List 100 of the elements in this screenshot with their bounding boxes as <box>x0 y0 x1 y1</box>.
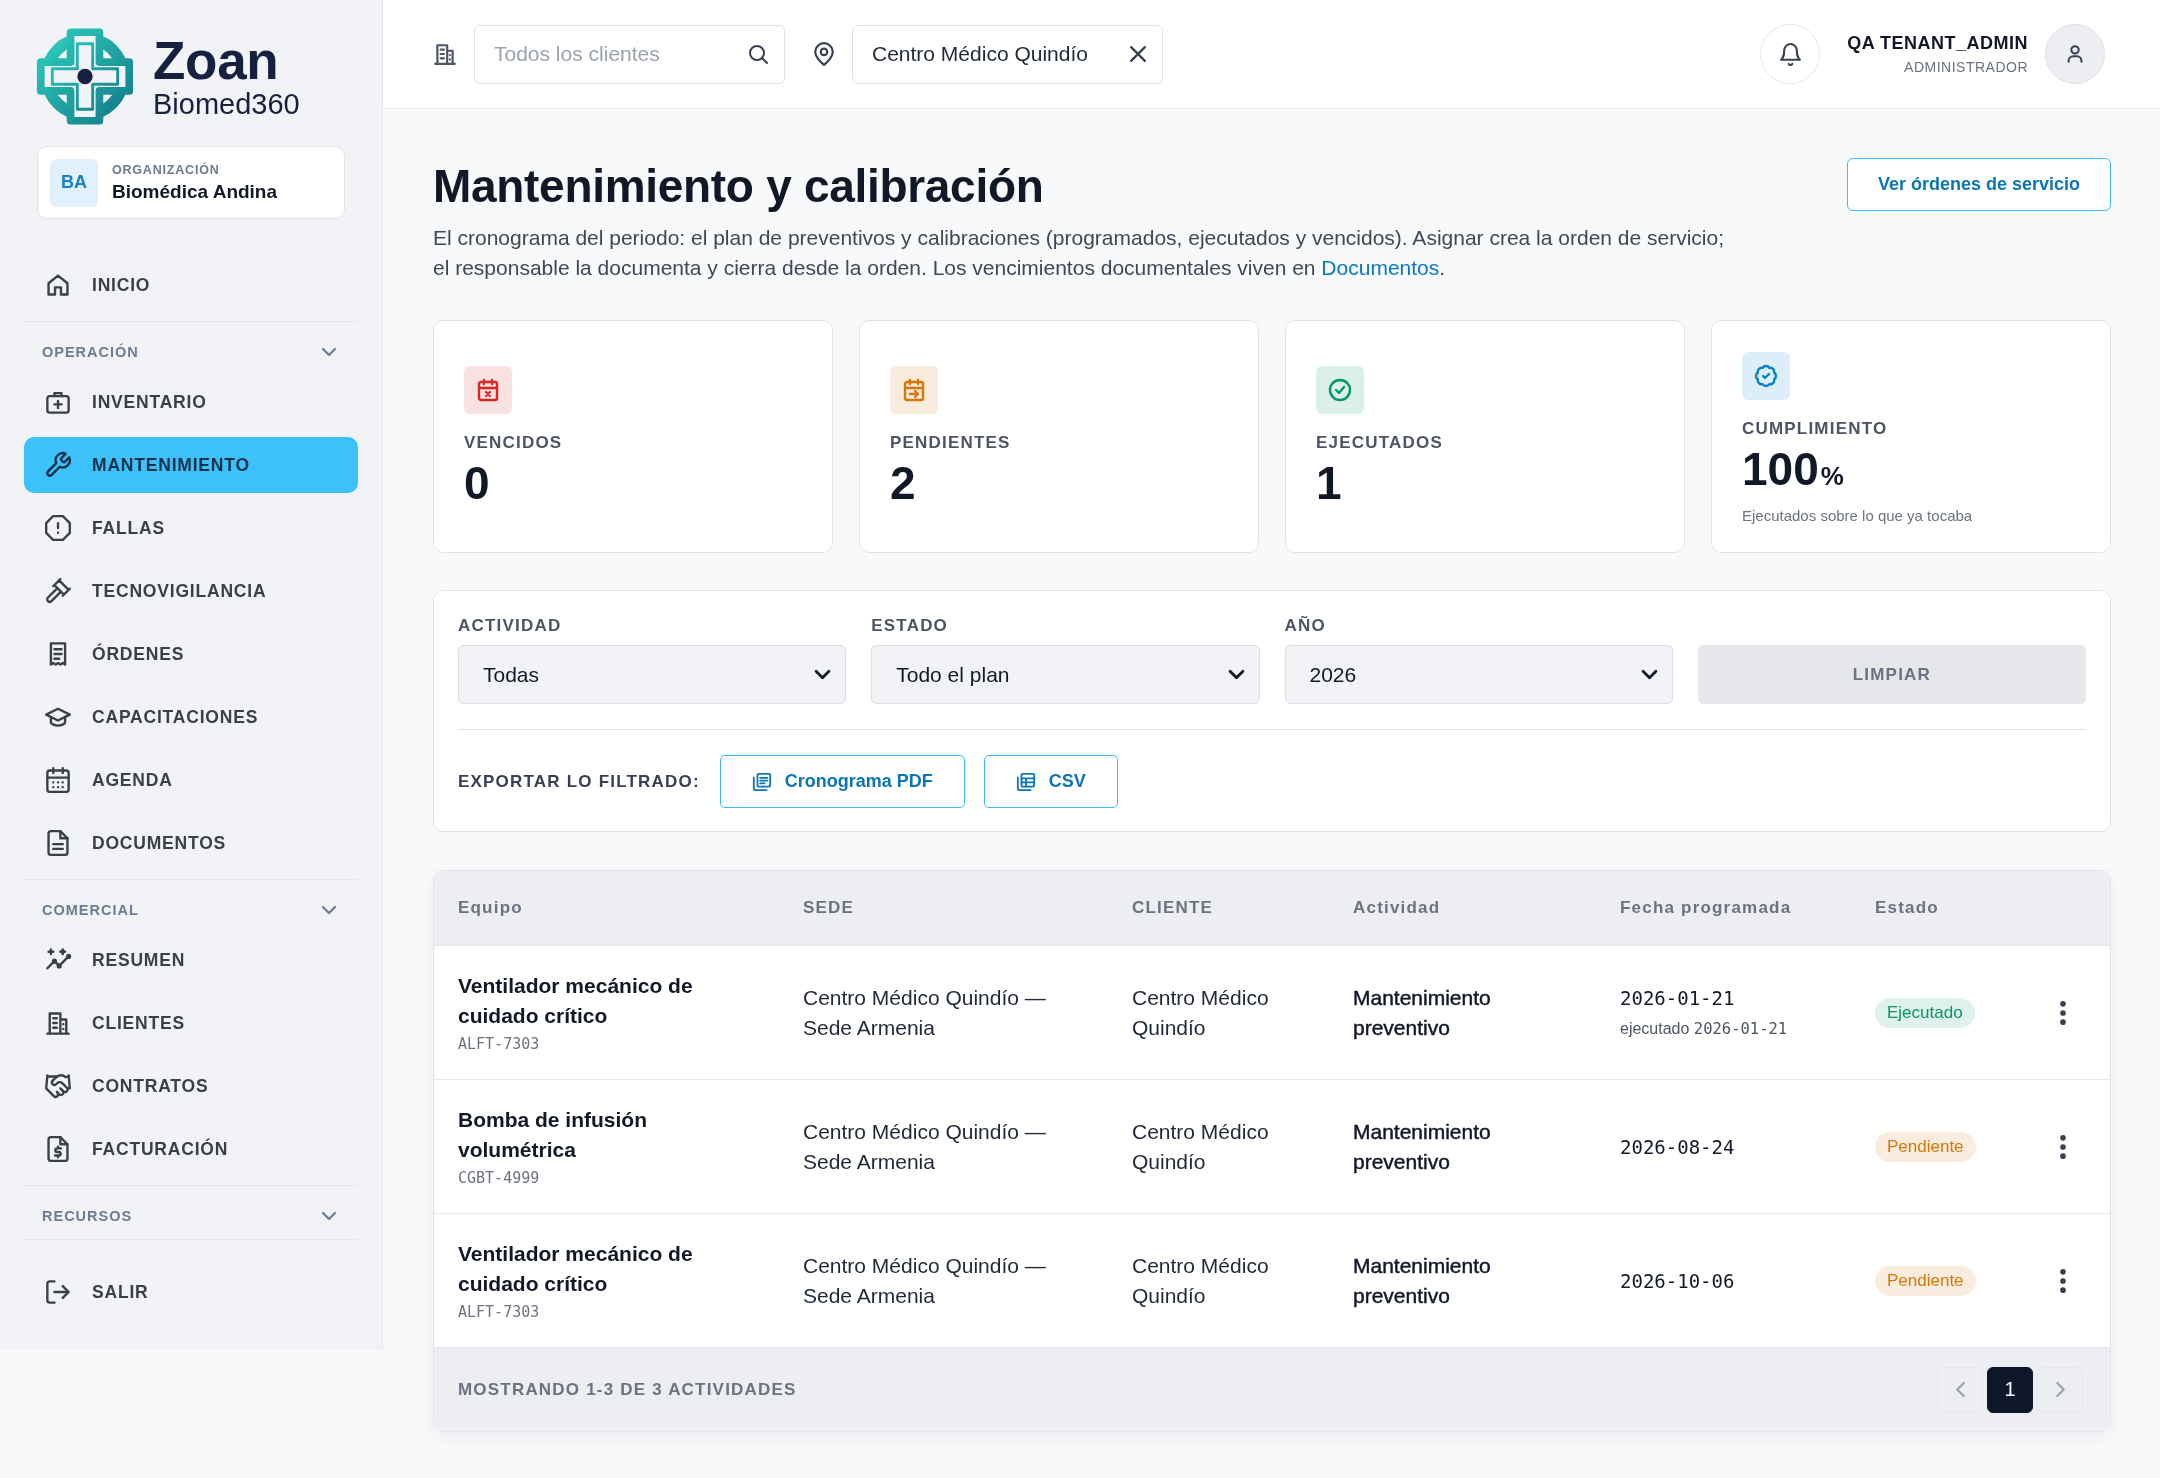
page-title: Mantenimiento y calibración <box>433 159 1045 214</box>
scheduled-date: 2026-08-24 <box>1620 1134 1735 1160</box>
filter-select[interactable]: Todo el plan <box>871 645 1260 704</box>
stat-value: 1 <box>1316 458 1342 508</box>
documents-link[interactable]: Documentos <box>1321 256 1440 279</box>
nav-item[interactable]: AGENDA <box>24 752 358 808</box>
equipment-name: Bomba de infusión volumétrica <box>458 1107 648 1163</box>
service-orders-button[interactable]: Ver órdenes de servicio <box>1846 158 2111 211</box>
site-name: Centro Médico Quindío — Sede Armenia <box>803 984 1047 1041</box>
row-menu-button[interactable] <box>2059 1000 2066 1025</box>
table-icon <box>1015 771 1036 792</box>
page-button[interactable]: 1 <box>1987 1366 2033 1413</box>
invoice-icon <box>45 1136 71 1162</box>
nav-item[interactable]: CLIENTES <box>24 995 358 1051</box>
equipment-name: Ventilador mecánico de cuidado crítico <box>458 1241 694 1297</box>
nav-item[interactable]: CAPACITACIONES <box>24 689 358 745</box>
row-menu-button[interactable] <box>2059 1268 2066 1293</box>
nav-item[interactable]: RESUMEN <box>24 932 358 988</box>
more-vertical-icon <box>2059 1134 2066 1159</box>
scheduled-date: 2026-10-06 <box>1620 1268 1735 1294</box>
wrench-icon <box>45 452 71 478</box>
nav-item[interactable]: MANTENIMIENTO <box>24 437 358 493</box>
site-name: Centro Médico Quindío — Sede Armenia <box>803 1118 1047 1175</box>
stat-label: PENDIENTES <box>890 433 1011 453</box>
building-icon <box>433 42 457 66</box>
results-count: MOSTRANDO 1-3 DE 3 ACTIVIDADES <box>458 1379 797 1400</box>
building-icon <box>45 1010 71 1036</box>
export-button[interactable]: CSV <box>983 755 1118 808</box>
nav-item[interactable]: DOCUMENTOS <box>24 815 358 871</box>
nav-item[interactable]: FACTURACIÓN <box>24 1121 358 1177</box>
status-badge: Pendiente <box>1875 1131 1976 1162</box>
calendar-icon <box>45 767 71 793</box>
chevron-down-icon <box>322 906 336 914</box>
stat-value: 0 <box>464 458 490 508</box>
stat-label: EJECUTADOS <box>1316 433 1443 453</box>
equipment-name: Ventilador mecánico de cuidado crítico <box>458 973 694 1029</box>
chevron-down-icon <box>322 1212 336 1220</box>
activity-type: Mantenimiento preventivo <box>1353 984 1492 1041</box>
organization-avatar: BA <box>50 158 98 207</box>
close-icon[interactable] <box>1130 46 1146 62</box>
bell-icon <box>1778 42 1802 66</box>
document-icon <box>45 830 71 856</box>
chevron-down-icon <box>1641 670 1657 679</box>
scheduled-date: 2026-01-21 <box>1620 985 1735 1011</box>
nav-item[interactable]: ÓRDENES <box>24 626 358 682</box>
page-description: El cronograma del periodo: el plan de preventivos y calibraciones (programados, ejecutados y vencidos). Asignar crea la orden de servicio; el responsable la documenta y cierra desde la orden. Los vencimientos documentales viven en Documentos. <box>433 225 1726 281</box>
client-search-field[interactable]: Todos los clientes <box>474 24 785 84</box>
organization-label: ORGANIZACIÓN <box>112 162 220 177</box>
row-menu-button[interactable] <box>2059 1134 2066 1159</box>
nav-group-toggle[interactable]: OPERACIÓN <box>24 337 358 367</box>
nav-item[interactable]: CONTRATOS <box>24 1058 358 1114</box>
client-name: Centro Médico Quindío <box>1132 1118 1270 1175</box>
stat-value: 100% <box>1742 444 1844 497</box>
organization-card[interactable]: BA ORGANIZACIÓN Biomédica Andina <box>37 146 345 219</box>
filter-select[interactable]: Todas <box>458 645 847 704</box>
status-badge: Pendiente <box>1875 1265 1976 1296</box>
nav-item[interactable]: INVENTARIO <box>24 374 358 430</box>
stat-label: VENCIDOS <box>464 433 563 453</box>
column-header: Actividad <box>1352 898 1442 918</box>
nav-item[interactable]: TECNOVIGILANCIA <box>24 563 358 619</box>
equipment-code: ALFT-7303 <box>458 1034 540 1054</box>
map-pin-icon <box>812 42 836 66</box>
equipment-code: CGBT-4999 <box>458 1168 540 1188</box>
executed-note: ejecutado 2026-01-21 <box>1620 1018 1788 1040</box>
user-avatar-icon[interactable] <box>2045 24 2105 84</box>
column-header: SEDE <box>802 898 856 918</box>
calendar-x-icon <box>464 366 512 414</box>
column-header: Equipo <box>457 898 524 918</box>
organization-name: Biomédica Andina <box>112 180 278 203</box>
more-vertical-icon <box>2059 1268 2066 1293</box>
stat-label: CUMPLIMIENTO <box>1742 419 1888 439</box>
site-name: Centro Médico Quindío — Sede Armenia <box>803 1252 1047 1309</box>
home-icon <box>45 272 71 298</box>
site-filter-field[interactable]: Centro Médico Quindío <box>852 24 1163 84</box>
logout-icon <box>45 1279 71 1305</box>
chevron-down-icon <box>322 348 336 356</box>
alert-octagon-icon <box>45 515 71 541</box>
stat-value: 2 <box>890 458 916 508</box>
export-button[interactable]: Cronograma PDF <box>719 755 965 808</box>
filter-label: ESTADO <box>871 616 950 636</box>
filter-select[interactable]: 2026 <box>1284 645 1673 704</box>
brand-product: Biomed360 <box>153 90 300 119</box>
gavel-icon <box>45 578 71 604</box>
pages-icon <box>751 771 772 792</box>
filter-label: ACTIVIDAD <box>458 616 563 636</box>
logout-item[interactable]: SALIR <box>24 1264 358 1320</box>
nav-item[interactable]: FALLAS <box>24 500 358 556</box>
user-name: QA TENANT_ADMIN <box>1847 33 2028 54</box>
nav-item[interactable]: INICIO <box>24 257 358 313</box>
client-name: Centro Médico Quindío <box>1132 1252 1270 1309</box>
activity-type: Mantenimiento preventivo <box>1353 1118 1492 1175</box>
chevron-right-icon <box>2056 1383 2064 1396</box>
more-vertical-icon <box>2059 1000 2066 1025</box>
chevron-down-icon <box>815 670 831 679</box>
nav-group-toggle[interactable]: RECURSOS <box>24 1201 358 1231</box>
stat-note: Ejecutados sobre lo que ya tocaba <box>1742 506 1973 526</box>
nav-group-toggle[interactable]: COMERCIAL <box>24 895 358 925</box>
activity-type: Mantenimiento preventivo <box>1353 1252 1492 1309</box>
logo-icon <box>35 25 135 128</box>
equipment-code: ALFT-7303 <box>458 1302 540 1322</box>
